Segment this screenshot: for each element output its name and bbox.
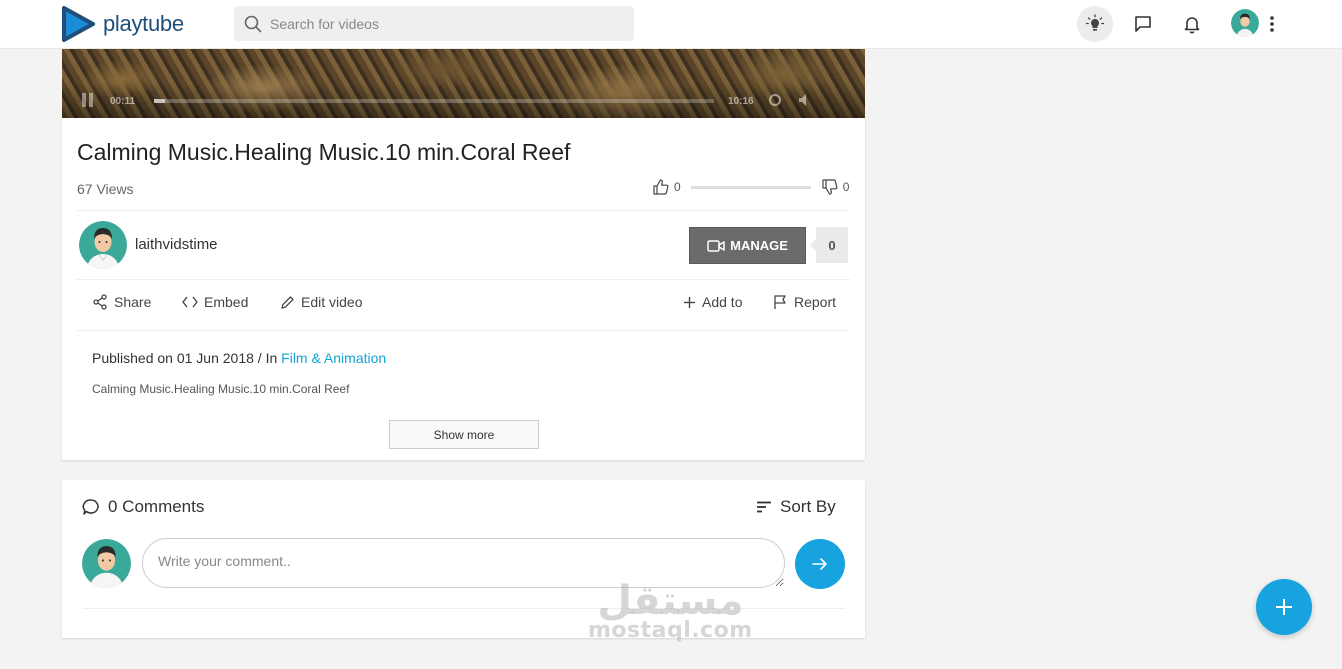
manage-button[interactable]: MANAGE (689, 227, 806, 264)
chat-icon (1135, 16, 1151, 32)
user-avatar-icon (1231, 9, 1259, 37)
dislike-count: 0 (842, 180, 850, 194)
code-icon (182, 296, 198, 308)
video-title: Calming Music.Healing Music.10 min.Coral… (77, 139, 571, 165)
more-vertical-icon (1270, 16, 1274, 32)
play-logo-icon (62, 6, 95, 42)
notifications-button[interactable] (1174, 6, 1210, 42)
embed-button[interactable]: Embed (182, 294, 248, 310)
publish-date: Published on 01 Jun 2018 / In (92, 350, 282, 366)
search-input[interactable] (270, 15, 610, 32)
plus-icon (684, 296, 695, 308)
channel-avatar[interactable] (79, 221, 127, 269)
video-player[interactable]: 00:11 10:16 (62, 49, 865, 119)
pause-button[interactable] (82, 93, 96, 107)
report-label: Report (794, 294, 837, 310)
lightbulb-icon (1085, 14, 1105, 31)
publish-info: Published on 01 Jun 2018 / In Film & Ani… (92, 350, 386, 366)
share-label: Share (114, 294, 152, 310)
search-bar[interactable] (234, 6, 634, 41)
add-to-button[interactable]: Add to (683, 294, 742, 310)
share-icon (93, 294, 107, 310)
user-avatar-icon (82, 539, 131, 588)
commenter-avatar (82, 539, 131, 588)
edit-video-button[interactable]: Edit video (280, 294, 362, 310)
submit-comment-button[interactable] (795, 539, 845, 589)
upload-fab-button[interactable] (1256, 579, 1312, 635)
category-link[interactable]: Film & Animation (281, 350, 386, 366)
sort-by-label: Sort By (780, 497, 836, 516)
search-icon (244, 15, 262, 32)
video-description: Calming Music.Healing Music.10 min.Coral… (92, 382, 350, 396)
duration: 10:16 (728, 96, 754, 107)
divider (77, 330, 850, 331)
user-avatar-icon (79, 221, 127, 269)
sort-icon (757, 501, 771, 513)
avatar[interactable] (1231, 9, 1259, 37)
comment-count: 0 Comments (108, 497, 205, 516)
arrow-right-icon (812, 558, 827, 570)
thumbs-up-icon[interactable] (652, 178, 670, 196)
video-camera-icon (707, 239, 725, 252)
view-count: 67 Views (77, 181, 134, 197)
logo[interactable]: playtube (61, 5, 184, 43)
subscriber-count: 0 (810, 227, 848, 263)
comments-header: 0 Comments (82, 497, 204, 517)
thumbs-down-icon[interactable] (821, 178, 839, 196)
flag-icon (774, 295, 786, 309)
manage-label: MANAGE (730, 238, 788, 253)
bell-icon (1184, 17, 1200, 34)
channel-name[interactable]: laithvidstime (135, 236, 218, 253)
pencil-icon (281, 295, 294, 309)
like-dislike-bar: 0 0 (652, 178, 849, 196)
theme-toggle-button[interactable] (1077, 6, 1113, 42)
logo-text: playtube (103, 11, 184, 36)
settings-icon[interactable] (768, 93, 782, 107)
like-count: 0 (674, 180, 681, 194)
like-ratio-bar (690, 185, 811, 189)
watermark: مستقل mostaql.com (588, 578, 753, 643)
comment-icon (82, 499, 99, 515)
seek-bar[interactable] (154, 99, 714, 103)
player-controls: 00:11 10:16 (62, 83, 865, 119)
video-info-card: Calming Music.Healing Music.10 min.Coral… (62, 118, 865, 460)
sort-by-button[interactable]: Sort By (756, 497, 836, 517)
seek-bar-fill (154, 99, 166, 103)
top-header: playtube (0, 0, 1342, 49)
watermark-latin: mostaql.com (588, 618, 753, 643)
add-to-label: Add to (702, 294, 743, 310)
share-button[interactable]: Share (92, 294, 151, 310)
embed-label: Embed (204, 294, 249, 310)
current-time: 00:11 (110, 96, 136, 107)
volume-icon[interactable] (798, 93, 814, 107)
divider (77, 279, 850, 280)
more-menu-button[interactable] (1264, 13, 1280, 35)
report-button[interactable]: Report (773, 294, 836, 310)
plus-icon (1276, 599, 1292, 615)
edit-video-label: Edit video (301, 294, 363, 310)
divider (77, 210, 850, 211)
show-more-button[interactable]: Show more (389, 420, 539, 449)
messages-button[interactable] (1125, 6, 1161, 42)
